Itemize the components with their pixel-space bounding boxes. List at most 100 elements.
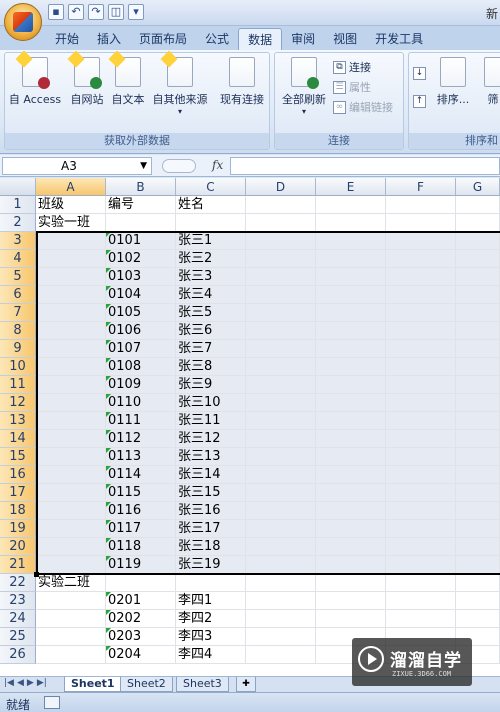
cell-e21[interactable] xyxy=(316,556,386,574)
cell-a12[interactable] xyxy=(36,394,106,412)
cell-g7[interactable] xyxy=(456,304,500,322)
cell-f3[interactable] xyxy=(386,232,456,250)
cell-b11[interactable]: 0109 xyxy=(106,376,176,394)
cell-a2[interactable]: 实验一班 xyxy=(36,214,106,232)
cell-a17[interactable] xyxy=(36,484,106,502)
from-access-button[interactable]: 自 Access xyxy=(7,50,63,107)
cell-b16[interactable]: 0114 xyxy=(106,466,176,484)
cell-g11[interactable] xyxy=(456,376,500,394)
cell-d1[interactable] xyxy=(246,196,316,214)
row-header[interactable]: 19 xyxy=(0,520,36,538)
cell-e22[interactable] xyxy=(316,574,386,592)
macro-record-icon[interactable] xyxy=(44,696,60,709)
column-header-f[interactable]: F xyxy=(386,178,456,196)
cell-g20[interactable] xyxy=(456,538,500,556)
cell-d9[interactable] xyxy=(246,340,316,358)
cell-f10[interactable] xyxy=(386,358,456,376)
cell-g5[interactable] xyxy=(456,268,500,286)
cell-b4[interactable]: 0102 xyxy=(106,250,176,268)
row-header[interactable]: 7 xyxy=(0,304,36,322)
cell-f20[interactable] xyxy=(386,538,456,556)
cell-a18[interactable] xyxy=(36,502,106,520)
cell-f5[interactable] xyxy=(386,268,456,286)
properties-button[interactable]: ☰ 属性 xyxy=(333,79,371,95)
cell-b21[interactable]: 0119 xyxy=(106,556,176,574)
cell-e5[interactable] xyxy=(316,268,386,286)
refresh-all-button[interactable]: 全部刷新 ▾ xyxy=(279,57,329,116)
cell-c12[interactable]: 张三10 xyxy=(176,394,246,412)
cell-d19[interactable] xyxy=(246,520,316,538)
cell-a20[interactable] xyxy=(36,538,106,556)
cell-a23[interactable] xyxy=(36,592,106,610)
cell-f12[interactable] xyxy=(386,394,456,412)
cell-e24[interactable] xyxy=(316,610,386,628)
cell-d25[interactable] xyxy=(246,628,316,646)
cell-g22[interactable] xyxy=(456,574,500,592)
cell-g4[interactable] xyxy=(456,250,500,268)
cell-g6[interactable] xyxy=(456,286,500,304)
cell-f2[interactable] xyxy=(386,214,456,232)
cell-f21[interactable] xyxy=(386,556,456,574)
cell-f16[interactable] xyxy=(386,466,456,484)
insert-function-icon[interactable]: fx xyxy=(212,158,223,172)
cell-g23[interactable] xyxy=(456,592,500,610)
cell-g16[interactable] xyxy=(456,466,500,484)
cell-a10[interactable] xyxy=(36,358,106,376)
cell-d23[interactable] xyxy=(246,592,316,610)
cell-a15[interactable] xyxy=(36,448,106,466)
row-header[interactable]: 17 xyxy=(0,484,36,502)
tab-home[interactable]: 开始 xyxy=(46,28,88,50)
cell-g18[interactable] xyxy=(456,502,500,520)
cell-e2[interactable] xyxy=(316,214,386,232)
row-header[interactable]: 9 xyxy=(0,340,36,358)
cell-f11[interactable] xyxy=(386,376,456,394)
cell-g12[interactable] xyxy=(456,394,500,412)
cell-e19[interactable] xyxy=(316,520,386,538)
cell-e12[interactable] xyxy=(316,394,386,412)
cell-a5[interactable] xyxy=(36,268,106,286)
cell-b22[interactable] xyxy=(106,574,176,592)
first-sheet-icon[interactable]: |◀ xyxy=(4,678,14,688)
cell-e1[interactable] xyxy=(316,196,386,214)
cell-d2[interactable] xyxy=(246,214,316,232)
cell-a13[interactable] xyxy=(36,412,106,430)
redo-icon[interactable]: ↷ xyxy=(88,4,104,20)
cell-c21[interactable]: 张三19 xyxy=(176,556,246,574)
cell-b10[interactable]: 0108 xyxy=(106,358,176,376)
cell-b15[interactable]: 0113 xyxy=(106,448,176,466)
cell-b25[interactable]: 0203 xyxy=(106,628,176,646)
cell-d10[interactable] xyxy=(246,358,316,376)
cell-b9[interactable]: 0107 xyxy=(106,340,176,358)
sort-button[interactable]: 排序... xyxy=(433,57,473,107)
row-header[interactable]: 14 xyxy=(0,430,36,448)
cell-e4[interactable] xyxy=(316,250,386,268)
cell-g3[interactable] xyxy=(456,232,500,250)
cell-f19[interactable] xyxy=(386,520,456,538)
next-sheet-icon[interactable]: ▶ xyxy=(27,678,34,688)
column-header-e[interactable]: E xyxy=(316,178,386,196)
office-button[interactable] xyxy=(4,3,42,41)
cell-e15[interactable] xyxy=(316,448,386,466)
cell-e17[interactable] xyxy=(316,484,386,502)
cell-a9[interactable] xyxy=(36,340,106,358)
tab-page-layout[interactable]: 页面布局 xyxy=(130,28,196,50)
cell-e6[interactable] xyxy=(316,286,386,304)
cell-b12[interactable]: 0110 xyxy=(106,394,176,412)
row-header[interactable]: 16 xyxy=(0,466,36,484)
cell-c19[interactable]: 张三17 xyxy=(176,520,246,538)
row-header[interactable]: 23 xyxy=(0,592,36,610)
cell-f7[interactable] xyxy=(386,304,456,322)
cell-e16[interactable] xyxy=(316,466,386,484)
row-header[interactable]: 8 xyxy=(0,322,36,340)
tab-insert[interactable]: 插入 xyxy=(88,28,130,50)
cell-d14[interactable] xyxy=(246,430,316,448)
cell-a8[interactable] xyxy=(36,322,106,340)
cell-c24[interactable]: 李四2 xyxy=(176,610,246,628)
cell-b5[interactable]: 0103 xyxy=(106,268,176,286)
select-all-corner[interactable] xyxy=(0,178,36,196)
row-header[interactable]: 21 xyxy=(0,556,36,574)
fill-handle[interactable] xyxy=(34,572,39,577)
row-header[interactable]: 1 xyxy=(0,196,36,214)
tab-review[interactable]: 审阅 xyxy=(282,28,324,50)
cell-a19[interactable] xyxy=(36,520,106,538)
